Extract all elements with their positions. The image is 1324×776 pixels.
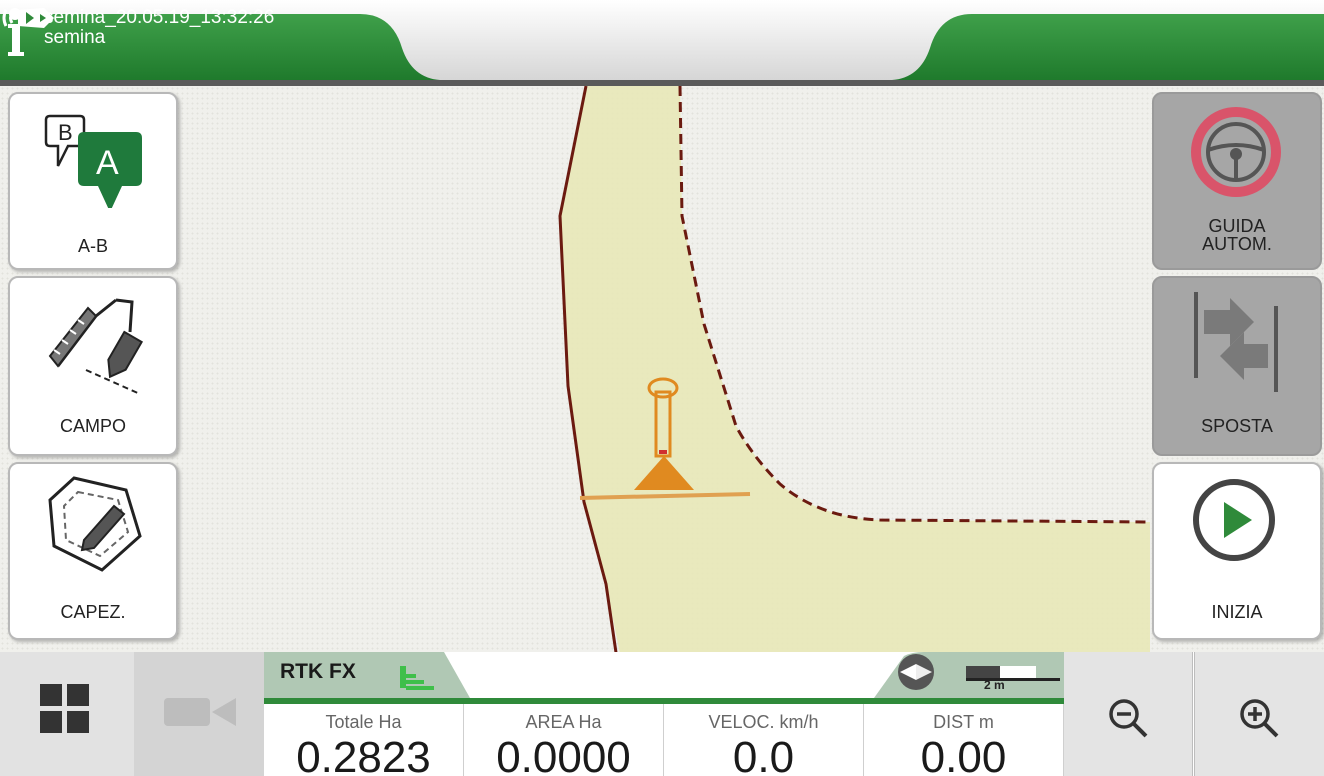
readout-label: AREA Ha [525, 712, 602, 732]
readout-value: 0.2823 [296, 733, 431, 776]
top-bar: semina_20.05.19_13:32:26 semina [0, 0, 1324, 86]
map-scale [898, 654, 1060, 690]
menu-button[interactable] [0, 652, 135, 776]
play-icon [1193, 479, 1275, 561]
ab-button[interactable]: B A A-B [8, 92, 178, 270]
campo-button-label: CAMPO [59, 416, 126, 436]
readout-value: 0.0000 [496, 733, 631, 776]
steering-wheel-icon [1191, 107, 1281, 197]
guida-autom-label-2: AUTOM. [1202, 234, 1272, 254]
video-camera-icon [164, 698, 236, 726]
field-draw-icon [48, 298, 144, 395]
readout-label: VELOC. km/h [708, 712, 819, 732]
inizia-label: INIZIA [1211, 602, 1263, 622]
campo-button[interactable]: CAMPO [8, 276, 178, 456]
readout-value: 0.0 [732, 733, 795, 776]
bottom-bar: RTK FX 2 m Totale Ha 0.2823 AREA Ha 0.00… [0, 652, 1324, 776]
readout-value: 0.00 [920, 733, 1007, 776]
readout-totale-ha: Totale Ha 0.2823 [264, 704, 464, 776]
inizia-button[interactable]: INIZIA [1152, 462, 1322, 640]
capezzagna-button-label: CAPEZ. [60, 602, 126, 622]
worked-area [560, 86, 1150, 652]
sposta-label: SPOSTA [1201, 416, 1273, 436]
grid-menu-icon [40, 684, 89, 733]
camera-button[interactable] [134, 652, 265, 776]
headland-icon [48, 476, 142, 572]
scale-label: 2 m [984, 678, 1005, 692]
job-name: semina_20.05.19_13:32:26 [44, 7, 275, 28]
ab-button-label: A-B [77, 236, 108, 256]
sposta-button[interactable]: SPOSTA [1152, 276, 1322, 456]
field-map[interactable] [0, 86, 1324, 652]
svg-text:B: B [58, 120, 73, 145]
guida-autom-label-1: GUIDA [1208, 216, 1266, 236]
readout-area-ha: AREA Ha 0.0000 [464, 704, 664, 776]
capezzagna-button[interactable]: CAPEZ. [8, 462, 178, 640]
ab-line-icon: B A [44, 114, 142, 208]
signal-bars-icon [400, 666, 434, 690]
readout-speed: VELOC. km/h 0.0 [664, 704, 864, 776]
svg-text:A: A [96, 144, 119, 182]
readout-distance: DIST m 0.00 [864, 704, 1064, 776]
zoom-in-button[interactable] [1194, 652, 1324, 776]
zoom-out-button[interactable] [1064, 652, 1193, 776]
zoom-in-icon [1240, 699, 1279, 738]
guida-autom-button[interactable]: GUIDA AUTOM. [1152, 92, 1322, 270]
zoom-out-icon [1109, 699, 1148, 738]
readout-label: DIST m [933, 712, 994, 732]
radar-signal-icon[interactable] [0, 0, 60, 36]
readout-label: Totale Ha [325, 712, 402, 732]
shift-arrows-icon [1194, 292, 1278, 392]
gps-mode: RTK FX [280, 660, 356, 683]
field-map-drawing [558, 86, 1151, 652]
